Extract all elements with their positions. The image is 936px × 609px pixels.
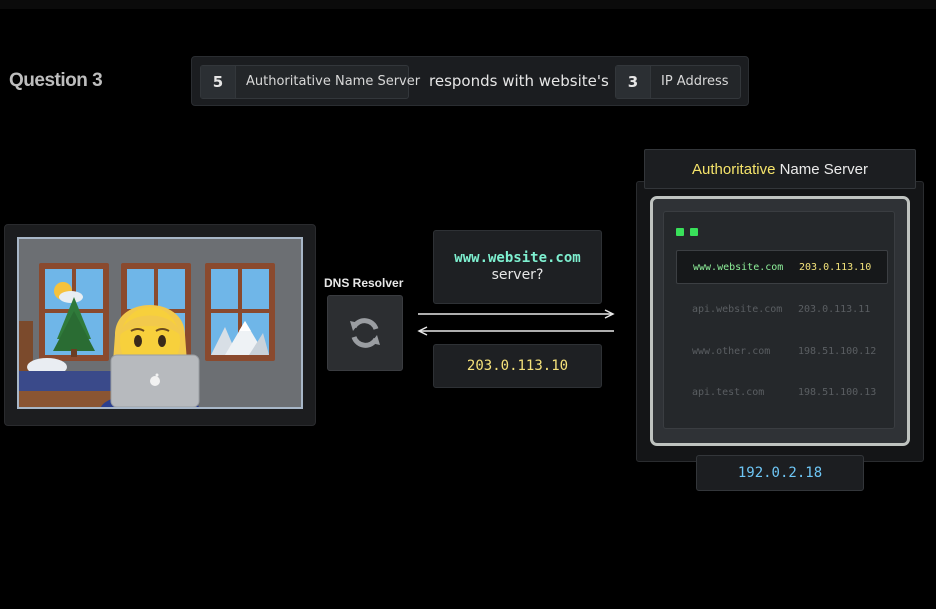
slot-label: IP Address	[661, 74, 729, 89]
window-3	[205, 263, 275, 361]
status-led-icon	[690, 228, 698, 236]
dns-resolver-box	[327, 295, 403, 371]
record-domain: www.website.com	[693, 261, 784, 273]
record-ip: 198.51.100.12	[798, 345, 877, 357]
dns-resolver-label: DNS Resolver	[324, 276, 404, 290]
dns-record-row: api.website.com 203.0.113.11	[676, 292, 888, 326]
query-suffix: server?	[491, 267, 544, 283]
record-ip: 203.0.113.10	[799, 261, 872, 273]
answer-slot-left[interactable]: 5 Authoritative Name Server	[200, 65, 420, 99]
status-led-icon	[676, 228, 684, 236]
server-title: Authoritative Name Server	[644, 149, 916, 189]
record-domain: api.test.com	[692, 386, 765, 398]
answer-slot-right[interactable]: 3 IP Address	[615, 65, 741, 99]
user-scene-image	[17, 237, 303, 409]
left-arrow-icon	[417, 326, 614, 336]
user-illustration	[19, 239, 301, 407]
dns-record-row: www.other.com 198.51.100.12	[676, 334, 888, 368]
server-rack: www.website.com 203.0.113.10 api.website…	[650, 196, 910, 446]
right-arrow-icon	[418, 309, 615, 319]
server-ip-address: 192.0.2.18	[696, 455, 864, 491]
laptop	[110, 354, 200, 407]
refresh-icon	[350, 318, 380, 348]
top-strip	[0, 0, 936, 9]
request-response-arrows	[417, 309, 615, 336]
slot-number: 3	[616, 66, 651, 98]
question-title: Question 3	[9, 70, 103, 91]
dns-record-row: www.website.com 203.0.113.10	[676, 250, 888, 284]
record-domain: www.other.com	[692, 345, 771, 357]
question-connector-text: responds with website's	[429, 72, 609, 90]
server-title-highlight: Authoritative	[692, 161, 776, 178]
query-domain: www.website.com	[454, 250, 581, 266]
window-1	[39, 263, 109, 361]
question-bar: 5 Authoritative Name Server responds wit…	[191, 56, 749, 106]
dns-answer-message: 203.0.113.10	[433, 344, 602, 388]
record-ip: 203.0.113.11	[798, 303, 871, 315]
slot-label: Authoritative Name Server	[246, 74, 421, 89]
dns-query-message: www.website.com server?	[433, 230, 602, 304]
server-record-table: www.website.com 203.0.113.10 api.website…	[663, 211, 895, 429]
record-ip: 198.51.100.13	[798, 386, 877, 398]
slot-number: 5	[201, 66, 236, 98]
user-computer-panel	[4, 224, 316, 426]
server-title-rest: Name Server	[775, 161, 868, 178]
dns-record-row: api.test.com 198.51.100.13	[676, 375, 888, 409]
record-domain: api.website.com	[692, 303, 783, 315]
